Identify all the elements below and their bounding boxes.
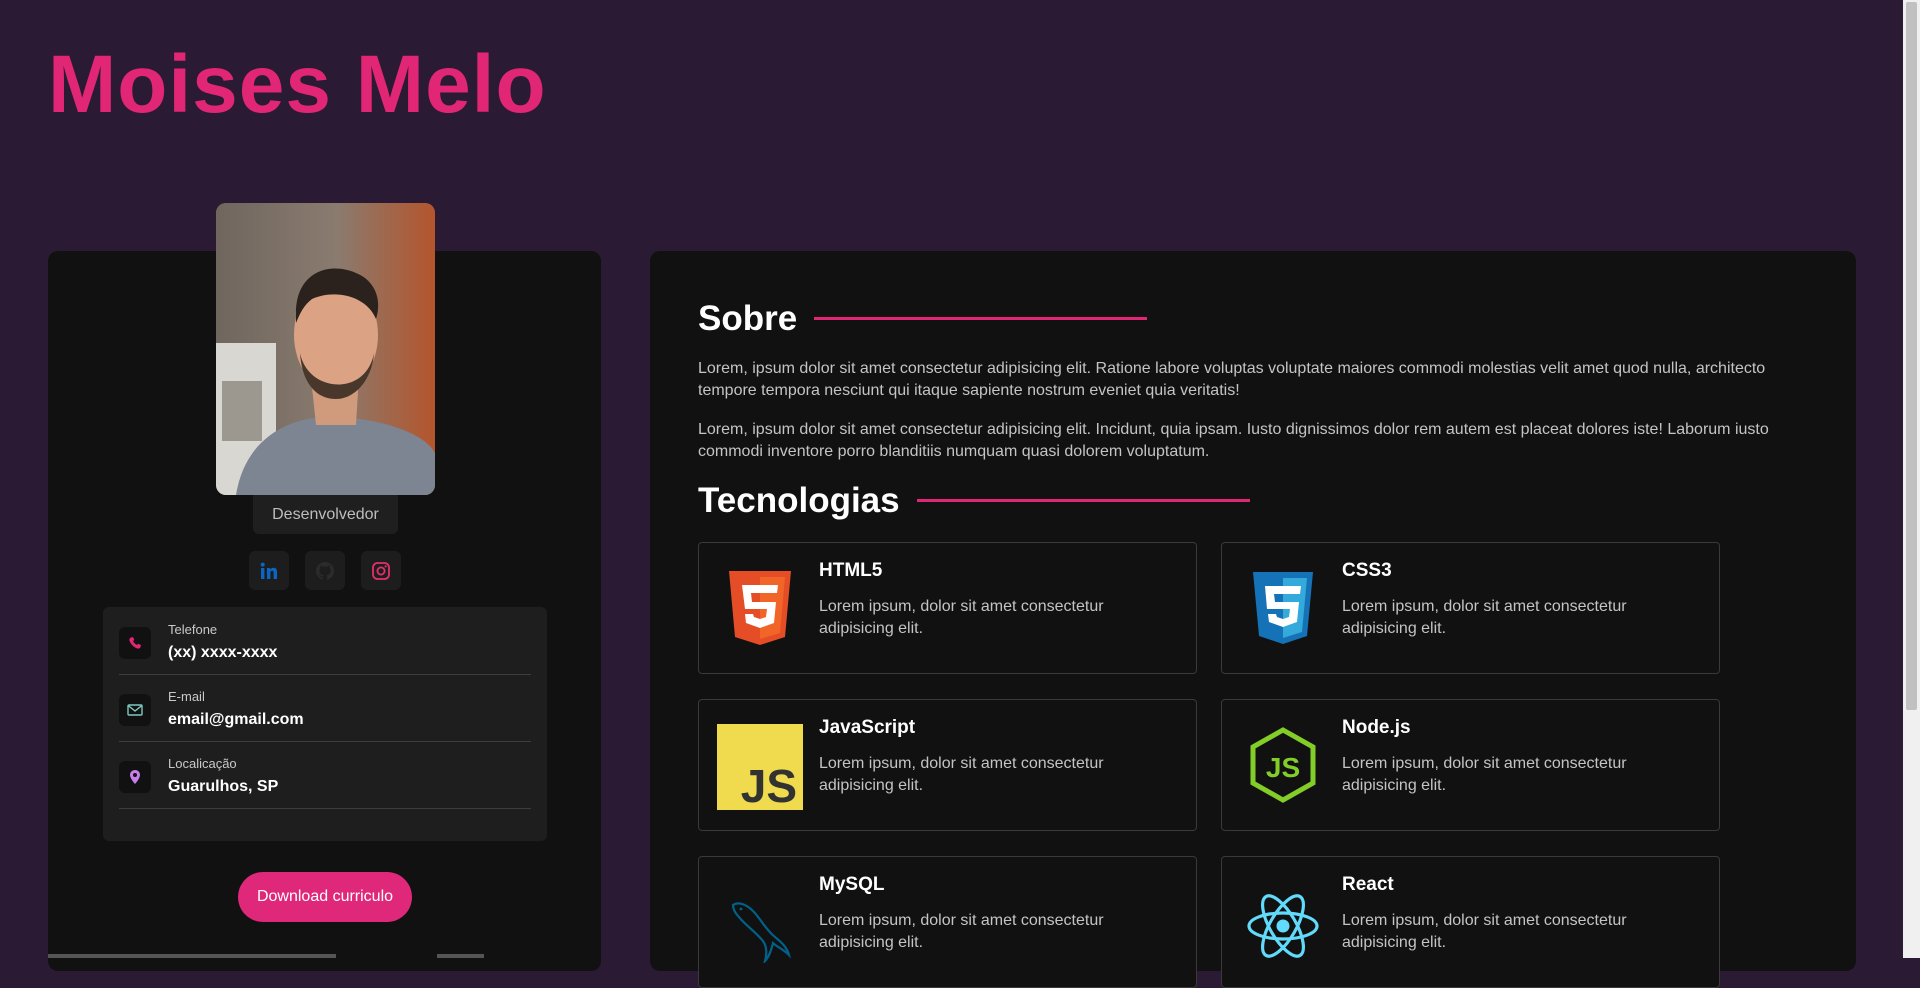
instagram-button[interactable] [361, 551, 401, 590]
scrollbar-thumb[interactable] [1906, 2, 1917, 710]
tech-card-html5: HTML5 Lorem ipsum, dolor sit amet consec… [698, 542, 1197, 674]
tech-name: MySQL [819, 874, 885, 895]
location-icon [119, 761, 151, 793]
page-title: Moises Melo [48, 39, 547, 130]
avatar [216, 203, 435, 495]
tech-desc: Lorem ipsum, dolor sit amet consectetur … [1342, 598, 1627, 637]
phone-value: (xx) xxxx-xxxx [168, 644, 278, 661]
instagram-icon [372, 561, 390, 580]
tech-desc: Lorem ipsum, dolor sit amet consectetur … [1342, 912, 1627, 951]
tech-name: JavaScript [819, 717, 916, 738]
tech-card-nodejs: JS Node.js Lorem ipsum, dolor sit amet c… [1221, 699, 1720, 831]
contact-label: Localicação [168, 756, 237, 771]
mail-icon [119, 694, 151, 726]
javascript-icon: JS [715, 722, 805, 812]
contact-location: Localicação Guarulhos, SP [119, 741, 531, 809]
linkedin-button[interactable] [249, 551, 289, 590]
vertical-scrollbar[interactable] [1903, 0, 1920, 958]
tech-desc: Lorem ipsum, dolor sit amet consectetur … [819, 598, 1104, 637]
tech-card-mysql: MySQL Lorem ipsum, dolor sit amet consec… [698, 856, 1197, 988]
contact-label: E-mail [168, 689, 205, 704]
tech-name: HTML5 [819, 560, 883, 581]
tech-card-react: React Lorem ipsum, dolor sit amet consec… [1221, 856, 1720, 988]
tech-desc: Lorem ipsum, dolor sit amet consectetur … [819, 755, 1104, 794]
bottom-scroll-indicator [437, 954, 484, 958]
tech-name: Node.js [1342, 717, 1411, 738]
nodejs-icon: JS [1238, 720, 1328, 810]
mysql-icon [715, 883, 805, 973]
linkedin-icon [260, 562, 277, 579]
svg-text:JS: JS [1266, 752, 1300, 783]
about-paragraph: Lorem, ipsum dolor sit amet consectetur … [698, 360, 1766, 399]
about-divider [814, 317, 1147, 320]
location-value: Guarulhos, SP [168, 778, 279, 795]
about-paragraph: Lorem, ipsum dolor sit amet consectetur … [698, 421, 1769, 460]
tech-divider [917, 499, 1250, 502]
contact-list: Telefone (xx) xxxx-xxxx E-mail email@gma… [103, 607, 547, 841]
download-cv-button[interactable]: Download curriculo [238, 872, 412, 922]
github-icon [316, 561, 334, 580]
phone-icon [119, 627, 151, 659]
contact-phone: Telefone (xx) xxxx-xxxx [119, 607, 531, 675]
about-title: Sobre [698, 299, 798, 338]
tech-title: Tecnologias [698, 481, 900, 520]
email-value[interactable]: email@gmail.com [168, 711, 304, 729]
contact-label: Telefone [168, 622, 218, 637]
profile-photo [216, 203, 435, 495]
tech-desc: Lorem ipsum, dolor sit amet consectetur … [819, 912, 1104, 951]
bottom-scroll-indicator [48, 954, 336, 958]
tech-name: CSS3 [1342, 560, 1392, 581]
tech-desc: Lorem ipsum, dolor sit amet consectetur … [1342, 755, 1627, 794]
contact-email: E-mail email@gmail.com [119, 674, 531, 742]
role-badge: Desenvolvedor [253, 495, 398, 534]
css3-icon [1238, 563, 1328, 653]
html5-icon [715, 563, 805, 653]
tech-card-javascript: JS JavaScript Lorem ipsum, dolor sit ame… [698, 699, 1197, 831]
svg-text:JS: JS [741, 760, 797, 810]
github-button[interactable] [305, 551, 345, 590]
tech-card-css3: CSS3 Lorem ipsum, dolor sit amet consect… [1221, 542, 1720, 674]
tech-name: React [1342, 874, 1394, 895]
